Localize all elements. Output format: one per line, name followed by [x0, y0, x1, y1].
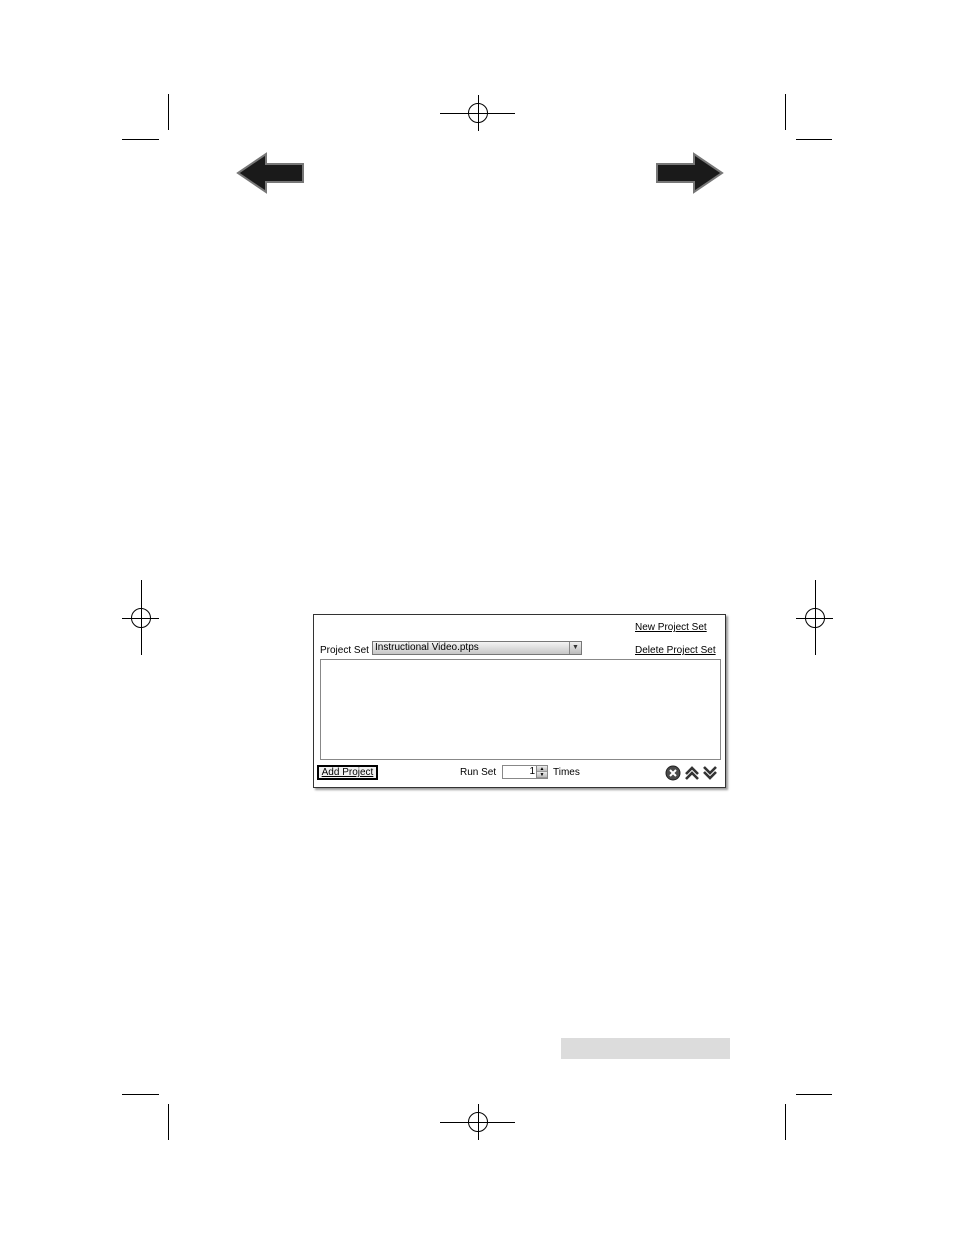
- new-project-set-link[interactable]: New Project Set: [635, 622, 707, 633]
- back-arrow-icon[interactable]: [236, 152, 306, 194]
- registration-mark-left: [122, 580, 159, 655]
- project-set-dropdown[interactable]: Instructional Video.ptps ▼: [372, 641, 582, 655]
- project-set-panel: New Project Set Project Set Instructiona…: [313, 614, 726, 788]
- crop-mark: [122, 1094, 159, 1095]
- registration-mark-top: [440, 95, 515, 131]
- move-down-icon[interactable]: [702, 765, 718, 781]
- add-project-button[interactable]: Add Project: [317, 765, 378, 780]
- project-list[interactable]: [320, 659, 721, 760]
- delete-project-set-link[interactable]: Delete Project Set: [635, 645, 716, 656]
- crop-mark: [122, 139, 159, 140]
- move-up-icon[interactable]: [684, 765, 700, 781]
- crop-mark: [796, 139, 832, 140]
- crop-mark: [785, 94, 786, 130]
- run-set-stepper[interactable]: 1 ▲ ▼: [502, 765, 548, 779]
- project-set-label: Project Set: [320, 645, 369, 656]
- times-label: Times: [553, 767, 580, 778]
- remove-icon[interactable]: [665, 765, 681, 781]
- run-set-label: Run Set: [460, 767, 497, 778]
- registration-mark-bottom: [440, 1104, 515, 1140]
- crop-mark: [168, 1104, 169, 1140]
- registration-mark-right: [796, 580, 833, 655]
- crop-mark: [168, 94, 169, 130]
- stepper-arrows[interactable]: ▲ ▼: [536, 766, 547, 778]
- project-set-selected-value: Instructional Video.ptps: [375, 642, 479, 653]
- crop-mark: [796, 1094, 832, 1095]
- forward-arrow-icon[interactable]: [654, 152, 724, 194]
- crop-mark: [785, 1104, 786, 1140]
- stepper-down-icon[interactable]: ▼: [537, 772, 547, 778]
- add-project-label: Add Project: [321, 767, 374, 778]
- page-footer-bar: [561, 1038, 730, 1059]
- chevron-down-icon[interactable]: ▼: [569, 642, 581, 654]
- run-set-value: 1: [529, 766, 535, 777]
